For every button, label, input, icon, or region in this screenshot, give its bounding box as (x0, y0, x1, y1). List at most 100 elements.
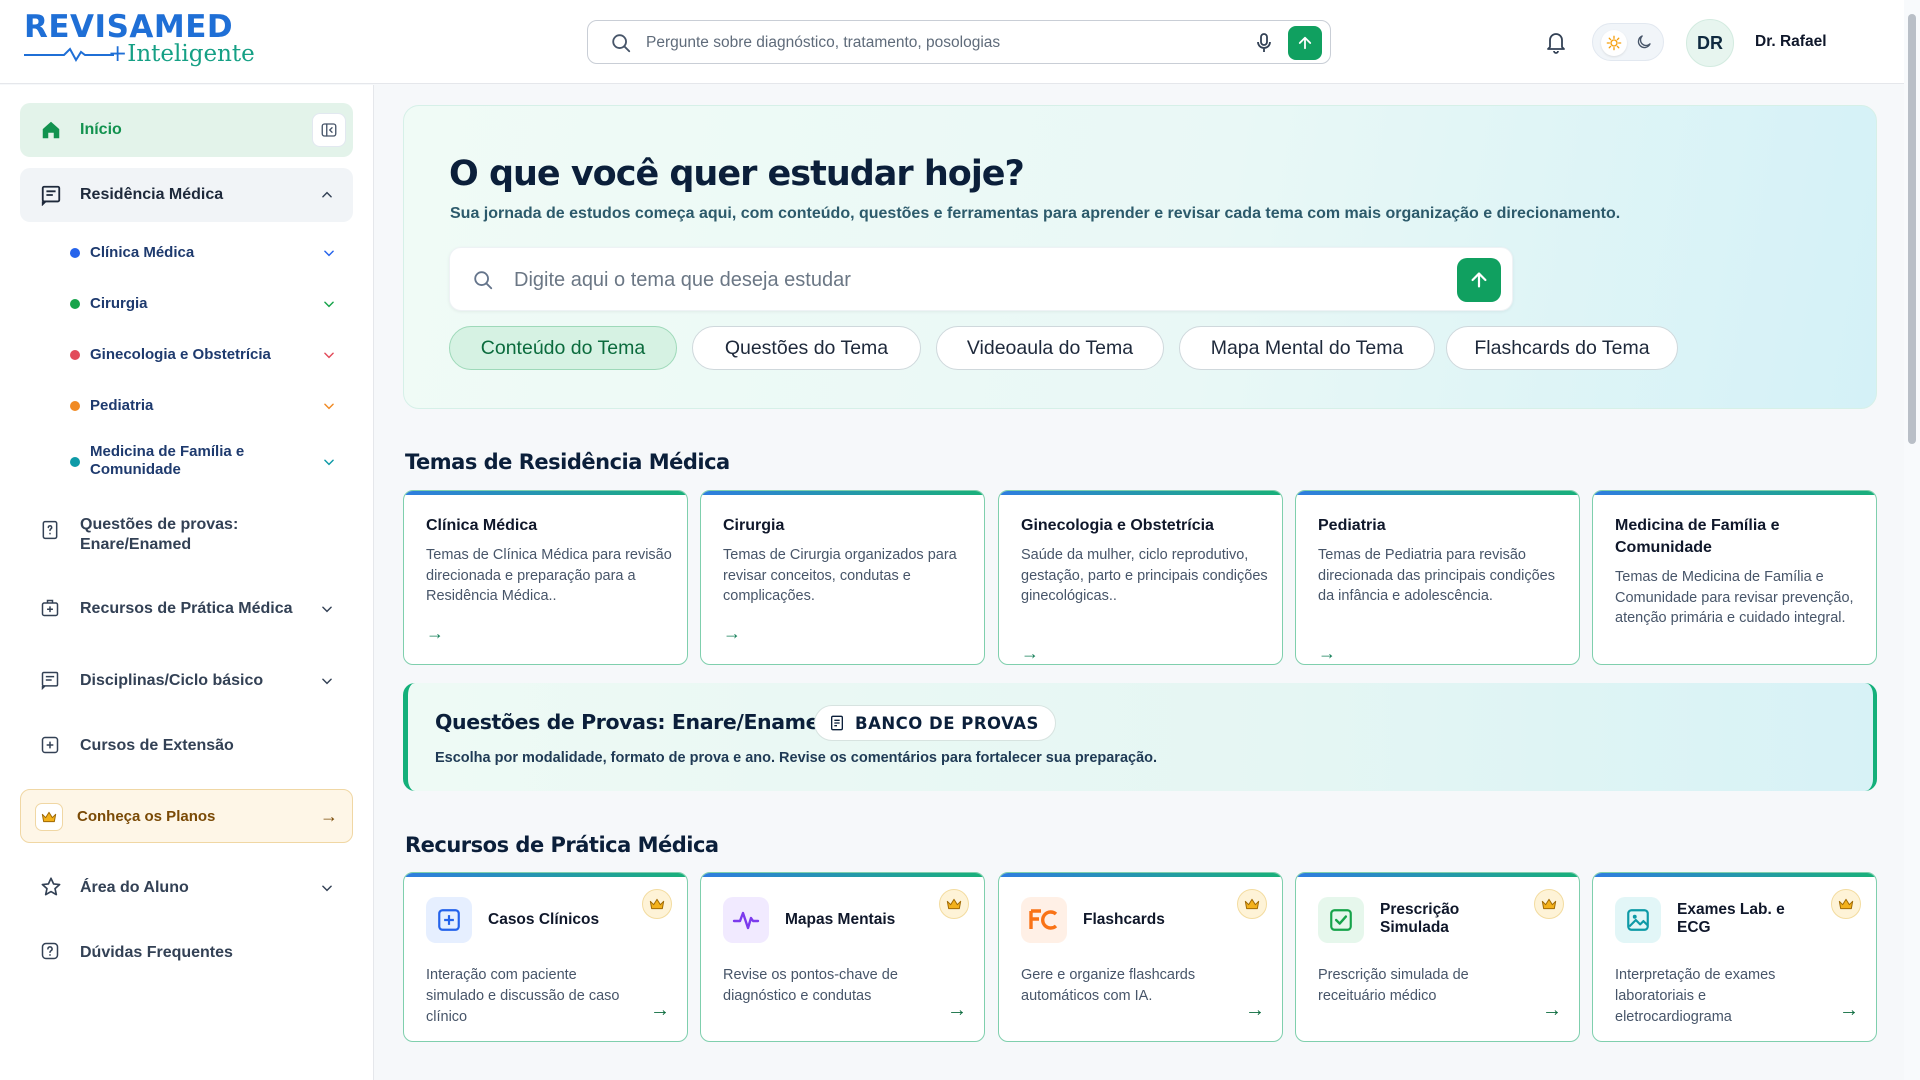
global-search-send-button[interactable] (1288, 26, 1322, 60)
tema-card-pediatria[interactable]: Pediatria Temas de Pediatria para revisã… (1295, 490, 1580, 665)
topic-search-send-button[interactable] (1457, 258, 1501, 302)
pill-flashcards[interactable]: Flashcards do Tema (1446, 326, 1678, 370)
recurso-card-title: Casos Clínicos (488, 911, 600, 928)
recurso-card-exames[interactable]: Exames Lab. e ECG Interpretação de exame… (1592, 872, 1877, 1042)
topic-search-input[interactable] (514, 266, 1414, 294)
sidebar-item-questoes[interactable]: Questões de provas: Enare/Enamed (20, 515, 353, 565)
pill-questoes[interactable]: Questões do Tema (692, 326, 921, 370)
banco-provas-banner[interactable]: Questões de Provas: Enare/Enamed BANCO D… (403, 683, 1877, 791)
document-icon (41, 185, 61, 206)
pill-conteudo[interactable]: Conteúdo do Tema (449, 326, 677, 370)
sidebar-subitem-label: Pediatria (90, 397, 154, 414)
microphone-icon[interactable] (1252, 31, 1276, 55)
global-search-input[interactable] (646, 29, 1226, 57)
card-accent-bar (701, 491, 984, 495)
arrow-right-icon[interactable]: → (1318, 643, 1336, 664)
arrow-right-icon[interactable]: → (1542, 999, 1562, 1022)
sidebar-item-label: Questões de provas: Enare/Enamed (80, 516, 239, 553)
pill-mapa-mental[interactable]: Mapa Mental do Tema (1179, 326, 1435, 370)
sidebar-collapse-icon (321, 123, 337, 137)
tema-card-clinica[interactable]: Clínica Médica Temas de Clínica Médica p… (403, 490, 688, 665)
banco-badge[interactable]: BANCO DE PROVAS (814, 705, 1056, 741)
arrow-right-icon[interactable]: → (947, 999, 967, 1022)
crown-icon (1534, 889, 1564, 919)
plus-square-icon (41, 736, 59, 754)
chevron-down-icon[interactable] (322, 348, 336, 362)
card-accent-bar (1296, 873, 1579, 877)
avatar[interactable]: DR (1686, 19, 1734, 67)
recurso-card-flashcards[interactable]: Flashcards Gere e organize flashcards au… (998, 872, 1283, 1042)
card-accent-bar (404, 491, 687, 495)
help-icon (41, 942, 59, 960)
banco-desc: Escolha por modalidade, formato de prova… (435, 750, 1158, 766)
tema-card-mfc[interactable]: Medicina de Família e Comunidade Temas d… (1592, 490, 1877, 665)
tema-card-title: Cirurgia (723, 517, 785, 534)
sidebar-item-label: Início (80, 121, 122, 138)
tema-card-title: Pediatria (1318, 517, 1386, 534)
red-dot-icon (70, 350, 80, 360)
hero-panel: O que você quer estudar hoje? Sua jornad… (403, 105, 1877, 409)
arrow-right-icon: → (320, 806, 338, 826)
sidebar-item-disciplinas[interactable]: Disciplinas/Ciclo básico (20, 669, 353, 695)
tema-card-desc: Temas de Cirurgia organizados para revis… (723, 547, 957, 604)
sidebar-subitem-label: Clínica Médica (90, 244, 195, 261)
chevron-down-icon[interactable] (322, 246, 336, 260)
chevron-down-icon[interactable] (320, 602, 334, 616)
checkbox-icon (1318, 897, 1364, 943)
arrow-right-icon[interactable]: → (650, 999, 670, 1022)
pill-videoaula[interactable]: Videoaula do Tema (936, 326, 1164, 370)
logo-wordmark: REVISAMED (24, 9, 234, 45)
sidebar-subitem-clinica[interactable]: Clínica Médica (68, 233, 348, 273)
page-scrollbar[interactable] (1904, 0, 1920, 1080)
blue-dot-icon (70, 248, 80, 258)
recurso-card-mapas[interactable]: Mapas Mentais Revise os pontos-chave de … (700, 872, 985, 1042)
orange-dot-icon (70, 401, 80, 411)
sun-icon[interactable] (1601, 30, 1627, 56)
chevron-down-icon[interactable] (322, 455, 336, 469)
recurso-card-desc: Interação com paciente simulado e discus… (426, 967, 620, 1025)
tema-card-gineco[interactable]: Ginecologia e Obstetrícia Saúde da mulhe… (998, 490, 1283, 665)
sidebar-item-home[interactable]: Início (20, 103, 353, 157)
sidebar-item-label: Cursos de Extensão (80, 737, 234, 754)
chevron-down-icon[interactable] (322, 297, 336, 311)
arrow-up-icon (1298, 36, 1312, 50)
sidebar-subitem-mfc[interactable]: Medicina de Família e Comunidade (68, 437, 348, 487)
plans-label: Conheça os Planos (77, 808, 216, 825)
arrow-right-icon[interactable]: → (1245, 999, 1265, 1022)
teal-dot-icon (70, 457, 80, 467)
sidebar-subitem-cirurgia[interactable]: Cirurgia (68, 284, 348, 324)
pulse-icon (723, 897, 769, 943)
arrow-right-icon[interactable]: → (1021, 643, 1039, 664)
sidebar-item-recursos[interactable]: Recursos de Prática Médica (20, 597, 353, 623)
sidebar-subitem-gineco[interactable]: Ginecologia e Obstetrícia (68, 335, 348, 375)
fc-icon (1021, 897, 1067, 943)
bell-icon[interactable] (1544, 29, 1568, 55)
chevron-down-icon[interactable] (322, 399, 336, 413)
recurso-card-prescricao[interactable]: Prescrição Simulada Prescrição simulada … (1295, 872, 1580, 1042)
user-name[interactable]: Dr. Rafael (1755, 33, 1827, 51)
arrow-right-icon[interactable]: → (1839, 999, 1859, 1022)
arrow-right-icon[interactable]: → (426, 623, 444, 644)
plans-button[interactable]: Conheça os Planos → (20, 789, 353, 843)
arrow-right-icon[interactable]: → (723, 623, 741, 644)
tema-card-cirurgia[interactable]: Cirurgia Temas de Cirurgia organizados p… (700, 490, 985, 665)
sidebar-item-label: Residência Médica (80, 186, 224, 203)
scrollbar-thumb[interactable] (1908, 14, 1916, 444)
plus-square-icon (426, 897, 472, 943)
chevron-down-icon[interactable] (320, 881, 334, 895)
sidebar-item-label: Recursos de Prática Médica (80, 600, 293, 617)
sidebar-item-residencia[interactable]: Residência Médica (20, 168, 353, 222)
crown-icon (1237, 889, 1267, 919)
chevron-up-icon[interactable] (320, 188, 334, 202)
sidebar-subitem-pediatria[interactable]: Pediatria (68, 386, 348, 426)
sidebar-item-aluno[interactable]: Área do Aluno (20, 876, 353, 902)
arrow-up-icon (1471, 272, 1487, 288)
logo[interactable]: REVISAMED +Inteligente (24, 9, 255, 74)
sidebar-item-cursos[interactable]: Cursos de Extensão (20, 734, 353, 760)
theme-toggle[interactable] (1592, 23, 1664, 61)
sidebar-item-duvidas[interactable]: Dúvidas Frequentes (20, 941, 353, 967)
chevron-down-icon[interactable] (320, 674, 334, 688)
recurso-card-casos[interactable]: Casos Clínicos Interação com paciente si… (403, 872, 688, 1042)
moon-icon[interactable] (1635, 33, 1653, 51)
collapse-sidebar-button[interactable] (312, 113, 346, 147)
